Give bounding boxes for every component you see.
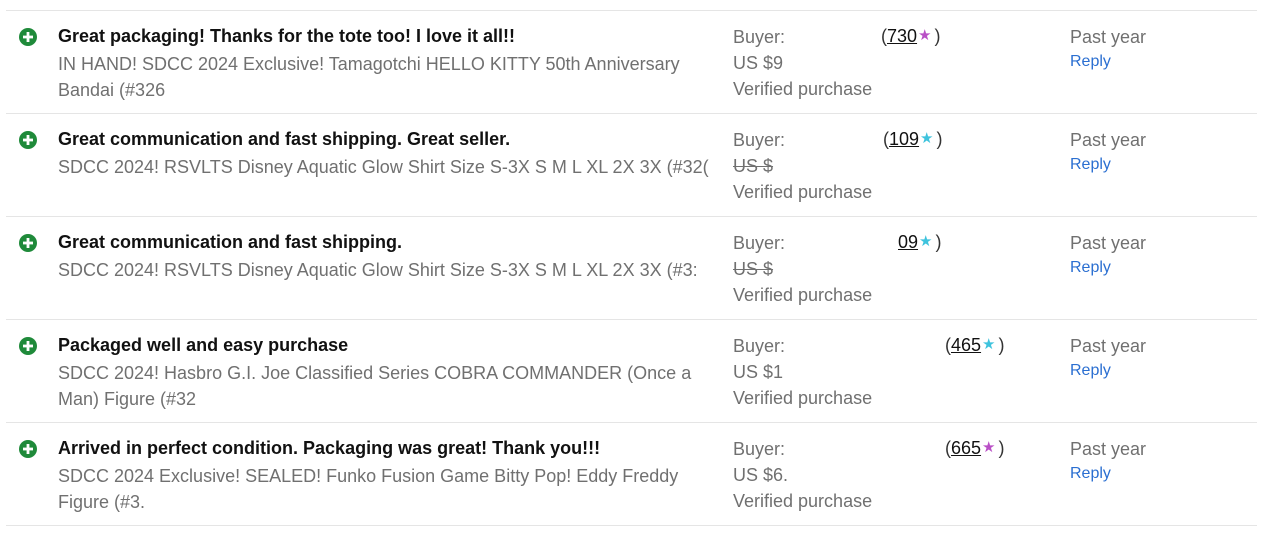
star-icon: ★ — [918, 27, 932, 44]
feedback-row: Great communication and fast shipping. S… — [6, 217, 1257, 320]
feedback-comment: Great communication and fast shipping. G… — [58, 129, 511, 149]
plus-circle-icon — [19, 337, 37, 355]
buyer-feedback-score: (109★) — [883, 126, 943, 154]
reply-link[interactable]: Reply — [1070, 51, 1111, 73]
star-icon: ★ — [982, 439, 996, 456]
plus-circle-icon — [19, 234, 37, 252]
feedback-score-link[interactable]: 465 — [951, 335, 981, 355]
item-price: US $ — [733, 156, 774, 176]
buyer-feedback-score: 09★) — [898, 229, 941, 257]
feedback-period: Past year — [1070, 233, 1147, 253]
feedback-score-link[interactable]: 665 — [951, 438, 981, 458]
buyer-feedback-score: (730★) — [881, 23, 941, 51]
reply-link[interactable]: Reply — [1070, 257, 1111, 279]
verified-purchase: Verified purchase — [733, 182, 873, 202]
item-title: SDCC 2024! RSVLTS Disney Aquatic Glow Sh… — [58, 157, 709, 177]
feedback-period: Past year — [1070, 27, 1147, 47]
star-icon: ★ — [920, 130, 934, 147]
item-price: US $ — [733, 259, 774, 279]
plus-circle-icon — [19, 28, 37, 46]
buyer-label: Buyer: — [733, 130, 786, 150]
feedback-score-link[interactable]: 109 — [889, 129, 919, 149]
score-close-paren: ) — [998, 335, 1005, 355]
score-close-paren: ) — [934, 26, 941, 46]
buyer-label: Buyer: — [733, 336, 786, 356]
star-icon: ★ — [982, 336, 996, 353]
item-title: IN HAND! SDCC 2024 Exclusive! Tamagotchi… — [58, 54, 680, 100]
item-price: US $1 — [733, 362, 784, 382]
score-close-paren: ) — [935, 232, 942, 252]
buyer-label: Buyer: — [733, 27, 786, 47]
item-price: US $9 — [733, 53, 784, 73]
item-title: SDCC 2024 Exclusive! SEALED! Funko Fusio… — [58, 466, 679, 512]
item-price: US $6. — [733, 465, 787, 485]
feedback-row: Great packaging! Thanks for the tote too… — [6, 11, 1257, 114]
feedback-comment: Great packaging! Thanks for the tote too… — [58, 26, 516, 46]
buyer-feedback-score: (465★) — [945, 332, 1005, 360]
reply-link[interactable]: Reply — [1070, 463, 1111, 485]
verified-purchase: Verified purchase — [733, 491, 873, 511]
feedback-period: Past year — [1070, 439, 1147, 459]
score-close-paren: ) — [998, 438, 1005, 458]
reply-link[interactable]: Reply — [1070, 154, 1111, 176]
feedback-score-link[interactable]: 730 — [887, 26, 917, 46]
feedback-comment: Arrived in perfect condition. Packaging … — [58, 438, 601, 458]
plus-circle-icon — [19, 131, 37, 149]
item-title: SDCC 2024! Hasbro G.I. Joe Classified Se… — [58, 363, 692, 409]
star-icon: ★ — [919, 233, 933, 250]
feedback-row: Great communication and fast shipping. G… — [6, 114, 1257, 217]
reply-link[interactable]: Reply — [1070, 360, 1111, 382]
feedback-row: Arrived in perfect condition. Packaging … — [6, 423, 1257, 526]
buyer-feedback-score: (665★) — [945, 435, 1005, 463]
score-close-paren: ) — [936, 129, 943, 149]
buyer-label: Buyer: — [733, 439, 786, 459]
item-title: SDCC 2024! RSVLTS Disney Aquatic Glow Sh… — [58, 260, 698, 280]
buyer-label: Buyer: — [733, 233, 786, 253]
feedback-comment: Packaged well and easy purchase — [58, 335, 349, 355]
verified-purchase: Verified purchase — [733, 79, 873, 99]
feedback-comment: Great communication and fast shipping. — [58, 232, 403, 252]
verified-purchase: Verified purchase — [733, 388, 873, 408]
feedback-period: Past year — [1070, 336, 1147, 356]
feedback-score-link[interactable]: 09 — [898, 232, 918, 252]
feedback-list: Great packaging! Thanks for the tote too… — [6, 10, 1257, 526]
plus-circle-icon — [19, 440, 37, 458]
verified-purchase: Verified purchase — [733, 285, 873, 305]
feedback-period: Past year — [1070, 130, 1147, 150]
feedback-row: Packaged well and easy purchase SDCC 202… — [6, 320, 1257, 423]
